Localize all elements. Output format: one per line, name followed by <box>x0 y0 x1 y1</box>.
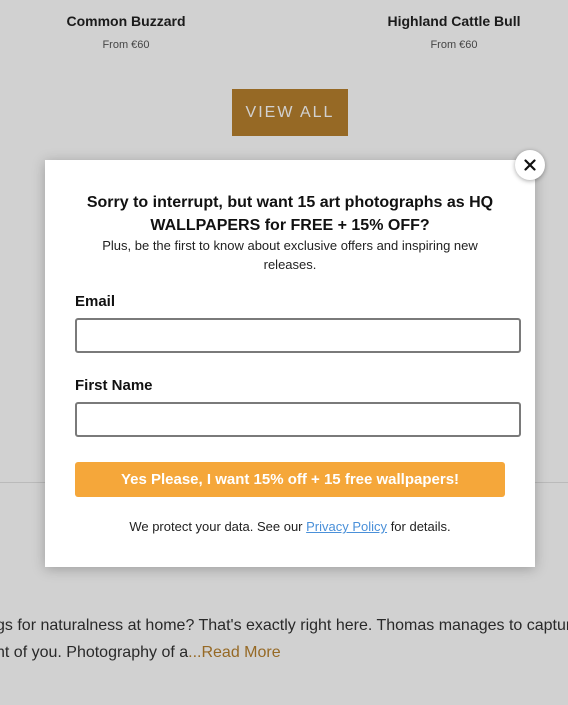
first-name-field[interactable] <box>75 402 521 437</box>
popup-subtext: Plus, be the first to know about exclusi… <box>102 238 478 272</box>
email-field[interactable] <box>75 318 521 353</box>
subscribe-button[interactable]: Yes Please, I want 15% off + 15 free wal… <box>75 462 505 497</box>
privacy-suffix: for details. <box>390 519 451 534</box>
first-name-label: First Name <box>75 377 153 394</box>
newsletter-popup: Sorry to interrupt, but want 15 art phot… <box>45 150 545 567</box>
privacy-prefix: We protect your data. See our <box>129 519 303 534</box>
popup-headline: Sorry to interrupt, but want 15 art phot… <box>86 194 494 234</box>
close-button[interactable] <box>515 150 545 180</box>
close-icon[interactable] <box>524 159 536 171</box>
email-label: Email <box>75 293 116 310</box>
privacy-notice: We protect your data. See our Privacy Po… <box>75 519 505 534</box>
privacy-policy-link[interactable]: Privacy Policy <box>306 519 387 534</box>
